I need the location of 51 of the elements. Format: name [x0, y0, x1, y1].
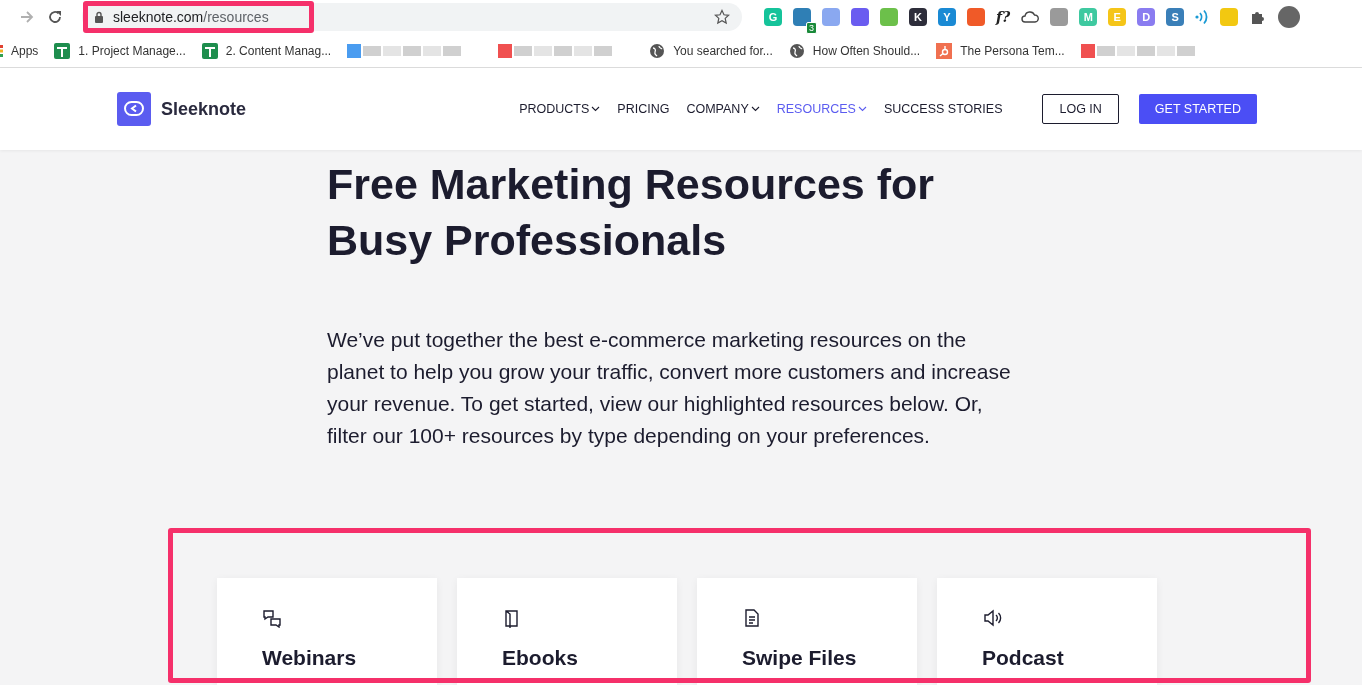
- resource-card[interactable]: Swipe Files: [697, 578, 917, 685]
- extension-icon[interactable]: S: [1166, 8, 1185, 26]
- reload-icon[interactable]: [46, 8, 64, 26]
- extension-icon[interactable]: [822, 8, 840, 26]
- extension-icon[interactable]: [967, 8, 985, 26]
- extension-icon[interactable]: Y: [938, 8, 956, 26]
- get-started-button[interactable]: GET STARTED: [1138, 94, 1257, 124]
- sprocket-icon: [936, 42, 953, 59]
- spreadsheet-icon: [54, 42, 71, 59]
- extension-icon[interactable]: [793, 8, 811, 26]
- extension-icon[interactable]: [851, 8, 869, 26]
- signal-waves-icon[interactable]: [1195, 9, 1210, 25]
- nav-link[interactable]: PRICING: [617, 102, 670, 116]
- card-title: Webinars: [262, 646, 357, 670]
- lock-icon: [94, 11, 104, 23]
- brand-name[interactable]: Sleeknote: [161, 98, 247, 120]
- page-heading: Free Marketing Resources for Busy Professionals: [327, 159, 935, 266]
- nav-link[interactable]: PRODUCTS: [519, 102, 601, 116]
- bookmark[interactable]: Apps: [0, 43, 39, 58]
- cloud-icon[interactable]: [1021, 11, 1040, 23]
- apps-grid-icon: [0, 44, 3, 57]
- document-icon: [742, 608, 762, 628]
- card-title: Swipe Files: [742, 646, 857, 670]
- intro-paragraph: We’ve put together the best e-commerce marketing resources on the planet to help you grow your traffic, convert more customers and increase your revenue. To get started, view our highlighted resources below. Or, filter our 100+ resources by type depending on your preferences.: [327, 327, 1012, 449]
- avatar[interactable]: [1278, 6, 1301, 28]
- extension-icon[interactable]: K: [909, 8, 927, 26]
- resource-card[interactable]: Podcast: [937, 578, 1157, 685]
- chat-bubbles-icon: [262, 608, 282, 628]
- login-button[interactable]: LOG IN: [1042, 94, 1119, 124]
- globe-icon: [649, 42, 666, 59]
- nav-link[interactable]: SUCCESS STORIES: [883, 102, 1003, 116]
- card-title: Podcast: [982, 646, 1064, 670]
- globe-icon: [788, 42, 805, 59]
- speaker-icon: [982, 608, 1002, 628]
- badge: 3: [806, 22, 817, 34]
- bookmark[interactable]: You searched for...: [649, 42, 773, 59]
- bookmark[interactable]: How Often Should...: [788, 42, 921, 59]
- extension-icon[interactable]: [1050, 8, 1069, 26]
- bookmark-star-icon[interactable]: [714, 9, 730, 25]
- bookmark[interactable]: 1. Project Manage...: [54, 42, 186, 59]
- resource-card[interactable]: Ebooks: [457, 578, 677, 685]
- extension-icon[interactable]: [880, 8, 898, 26]
- resource-card[interactable]: Webinars: [217, 578, 437, 685]
- spreadsheet-icon: [201, 42, 218, 59]
- extension-icon[interactable]: f?: [996, 9, 1011, 25]
- nav-link[interactable]: COMPANY: [686, 102, 760, 116]
- logo-icon[interactable]: [117, 92, 151, 126]
- bookmark[interactable]: 2. Content Manag...: [201, 42, 332, 59]
- nav-link[interactable]: RESOURCES: [776, 102, 867, 116]
- bookmark[interactable]: The Persona Tem...: [936, 42, 1065, 59]
- card-title: Ebooks: [502, 646, 578, 670]
